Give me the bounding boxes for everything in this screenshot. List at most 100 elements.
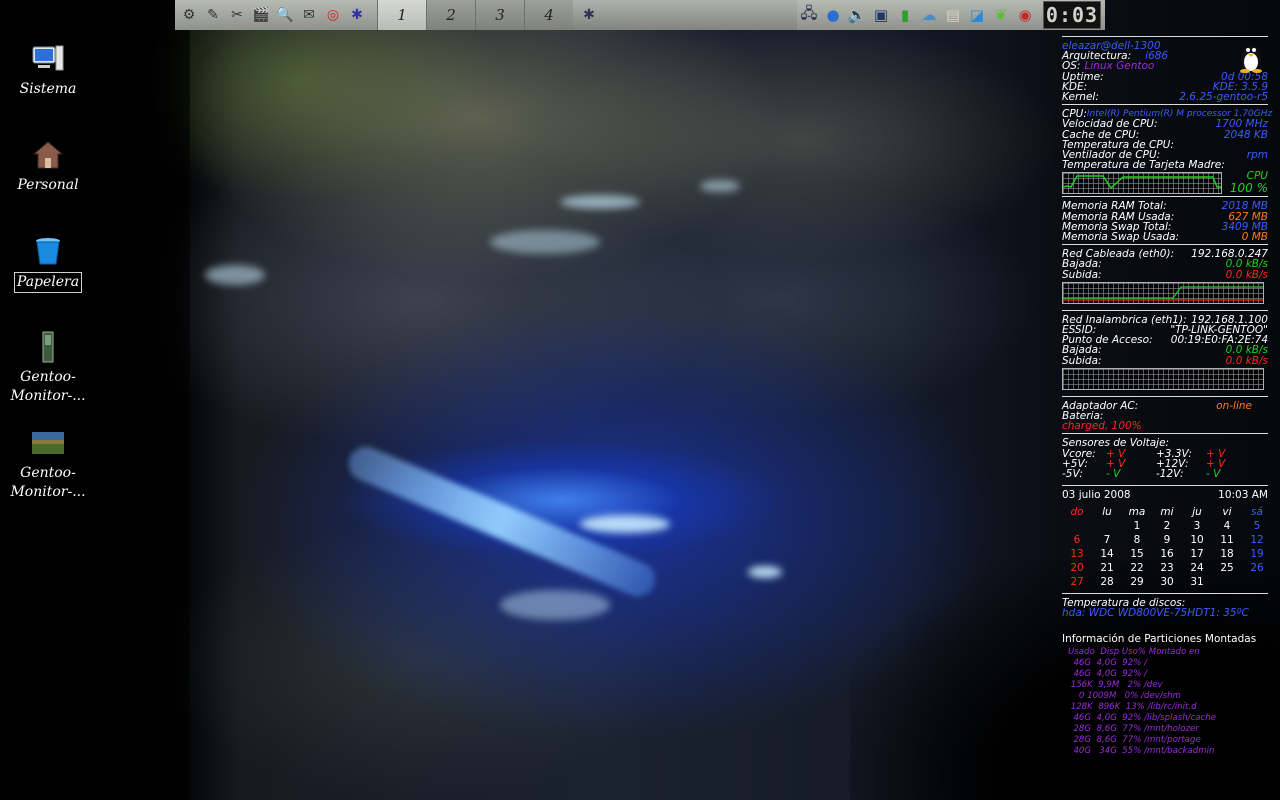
panel-clock[interactable]: 0:03 [1043,1,1101,29]
calendar-weekday: ju [1192,505,1202,518]
calendar-weekday: do [1070,505,1084,518]
network-icon[interactable]: 🖧 [797,0,821,30]
desktop-icon-papelera[interactable]: Papelera [3,234,93,293]
calendar-day[interactable]: 7 [1092,533,1122,547]
calendar-day[interactable]: 23 [1152,561,1182,575]
partitions-list: 46G 4,0G 92% / 46G 4,0G 92% / 156K 9,9M … [1062,658,1268,757]
calendar-day[interactable]: 9 [1152,533,1182,547]
swap-used-value: 0 MB [1241,231,1268,244]
media-icon[interactable]: 🎬 [249,0,273,30]
conky-monitor: eleazar@dell-1300 Arquitectura: i686 OS: L… [1062,34,1272,757]
calendar-day[interactable]: 3 [1182,519,1212,533]
taskbar-area[interactable]: ✱ [573,0,797,30]
calendar-day[interactable]: 28 [1092,575,1122,589]
settings-icon[interactable]: ⚙ [177,0,201,30]
time-value: 10:03 AM [1218,489,1268,502]
eth-up-label: Subida: [1062,268,1102,281]
desktop-1[interactable]: 1 [377,0,426,30]
image-file-icon [31,426,65,460]
desktop-icon-gentoo-monitor-2[interactable]: Gentoo-Monitor-... [3,426,93,502]
calendar-day[interactable]: 24 [1182,561,1212,575]
desktop-3[interactable]: 3 [475,0,524,30]
calendar-weekday: mi [1160,505,1174,518]
globe-icon[interactable]: ● [821,0,845,30]
image-file-icon [31,330,65,364]
calendar-weekday: vi [1222,505,1232,518]
calendar-day[interactable]: 13 [1062,547,1092,561]
calendar-day[interactable]: 19 [1242,547,1272,561]
calendar-day[interactable]: 30 [1152,575,1182,589]
calendar-day[interactable]: 14 [1092,547,1122,561]
partition-row: 46G 4,0G 92% /lib/splash/cache [1068,713,1217,724]
calendar-day[interactable]: 27 [1062,575,1092,589]
gimp-icon[interactable]: ✎ [201,0,225,30]
calendar-day [1242,575,1272,589]
calendar-day [1212,575,1242,589]
lifebuoy-icon[interactable]: ◎ [321,0,345,30]
calendar-day[interactable]: 20 [1062,561,1092,575]
partitions-header: Usado Disp Uso% Montado en [1068,647,1200,658]
weather-icon[interactable]: ☁ [917,0,941,30]
calendar-day[interactable]: 10 [1182,533,1212,547]
desktop-icon-gentoo-monitor-1[interactable]: Gentoo-Monitor-... [3,330,93,406]
calendar-day[interactable]: 11 [1212,533,1242,547]
battery-value: charged, 100% [1062,420,1142,433]
calendar-day[interactable]: 26 [1242,561,1272,575]
kernel-value: 2.6.25-gentoo-r5 [1179,91,1268,104]
calendar-weekday: lu [1102,505,1112,518]
wlan-up-label: Subida: [1062,354,1102,367]
desktop-icon-label: Gentoo-Monitor-... [10,369,86,404]
calendar-weekday: ma [1128,505,1146,518]
paper-icon[interactable]: ▤ [941,0,965,30]
desktop-icon-sistema[interactable]: Sistema [3,42,93,99]
taskbar-app-icon[interactable]: ✱ [577,0,601,30]
quick-launchers: ⚙ ✎ ✂ 🎬 🔍 ✉ ◎ ✱ [175,0,369,30]
cpu-percent: 100 % [1229,181,1268,196]
calendar-day[interactable]: 29 [1122,575,1152,589]
virtual-desktop-pager: 1 2 3 4 [377,0,573,30]
eth-up-value: 0.0 kB/s [1225,268,1268,281]
partition-row: 128K 896K 13% /lib/rc/init.d [1068,702,1197,713]
desktop-4[interactable]: 4 [524,0,573,30]
calendar-day[interactable]: 25 [1212,561,1242,575]
calendar-day[interactable]: 1 [1122,519,1152,533]
calendar-day[interactable]: 6 [1062,533,1092,547]
date-value: 03 julio 2008 [1062,489,1131,502]
vm5-label: -5V: [1062,468,1083,481]
calendar-day[interactable]: 16 [1152,547,1182,561]
vm12-label: -12V: [1156,468,1184,481]
screen-icon[interactable]: ▣ [869,0,893,30]
desktop-icon-personal[interactable]: Personal [3,138,93,195]
desktop-icon-label: Gentoo-Monitor-... [10,465,86,500]
volume-icon[interactable]: 🔈 [845,0,869,30]
calendar-day[interactable]: 18 [1212,547,1242,561]
calendar-day[interactable]: 31 [1182,575,1212,589]
home-folder-icon [31,138,65,172]
signal-icon[interactable]: ▮ [893,0,917,30]
calendar-day[interactable]: 21 [1092,561,1122,575]
sound-icon[interactable]: ✱ [345,0,369,30]
calendar-day[interactable]: 5 [1242,519,1272,533]
partition-row: 28G 8,6G 77% /mnt/portage [1068,735,1201,746]
leaf-icon[interactable]: ❦ [989,0,1013,30]
calendar-day[interactable]: 4 [1212,519,1242,533]
calendar-day[interactable]: 8 [1122,533,1152,547]
kde-panel: ⚙ ✎ ✂ 🎬 🔍 ✉ ◎ ✱ 1 2 3 4 ✱ 🖧 ● 🔈 ▣ ▮ ☁ ▤ … [175,0,1105,30]
calendar-day[interactable]: 17 [1182,547,1212,561]
calendar-day[interactable]: 12 [1242,533,1272,547]
calendar-weekday: sá [1251,505,1263,518]
record-icon[interactable]: ◉ [1013,0,1037,30]
search-icon[interactable]: 🔍 [273,0,297,30]
calendar-day[interactable]: 2 [1152,519,1182,533]
wlan-up-value: 0.0 kB/s [1225,354,1268,367]
desktop-2[interactable]: 2 [426,0,475,30]
mail-icon[interactable]: ✉ [297,0,321,30]
tools-icon[interactable]: ✂ [225,0,249,30]
eth-graph [1062,281,1264,304]
kernel-label: Kernel: [1062,91,1099,104]
partition-row: 156K 9,9M 2% /dev [1068,680,1163,691]
display-icon[interactable]: ◪ [965,0,989,30]
calendar-day[interactable]: 15 [1122,547,1152,561]
calendar-day[interactable]: 22 [1122,561,1152,575]
mb-temp-label: Temperatura de Tarjeta Madre: [1062,159,1225,172]
